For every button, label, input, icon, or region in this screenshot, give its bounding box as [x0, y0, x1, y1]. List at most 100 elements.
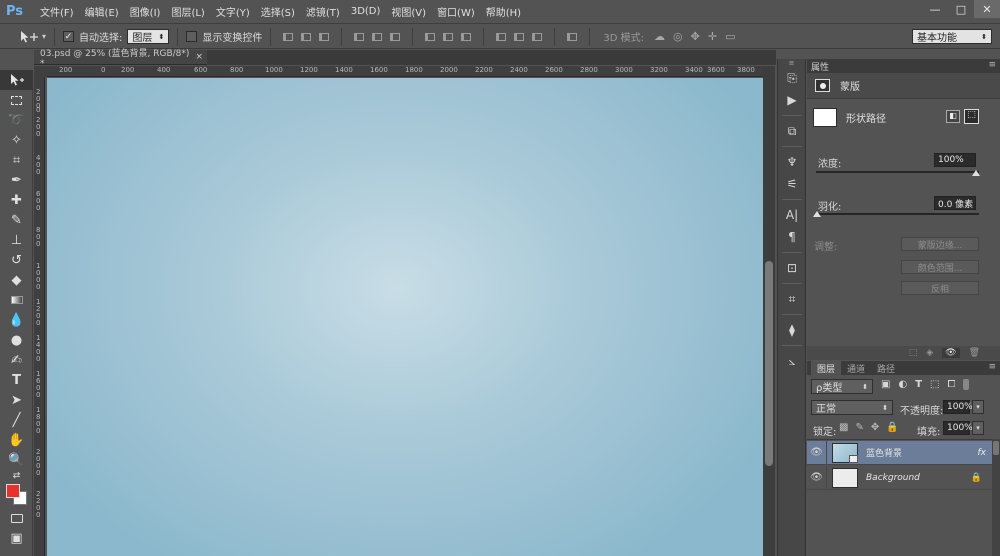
density-input[interactable]: 100%	[934, 153, 976, 167]
healing-brush-tool-icon[interactable]: ✚	[0, 190, 33, 210]
swap-colors-icon[interactable]: ⇄	[0, 470, 33, 482]
collapse-strip-icon[interactable]: ≡	[778, 59, 805, 67]
layer-name[interactable]: Background	[866, 473, 920, 483]
filter-toggle-icon[interactable]	[963, 379, 970, 390]
align-hcenter-icon[interactable]	[370, 30, 384, 44]
tool-presets-panel-icon[interactable]: ⧫	[778, 319, 806, 341]
panel-menu-icon[interactable]: ≡	[988, 362, 996, 372]
clone-source-panel-icon[interactable]: ⧉	[778, 120, 806, 142]
move-tool-icon[interactable]	[0, 70, 33, 90]
actions-panel-icon[interactable]: ▶	[778, 89, 806, 111]
crop-tool-icon[interactable]: ⌗	[0, 150, 33, 170]
feather-slider[interactable]	[816, 213, 979, 215]
feather-input[interactable]: 0.0 像素	[934, 196, 976, 210]
auto-select-dropdown[interactable]: 图层 ⬍	[127, 29, 170, 44]
toggle-mask-visibility-icon[interactable]: 👁	[942, 348, 960, 358]
menu-file[interactable]: 文件(F)	[40, 4, 74, 19]
distribute-hcenter-icon[interactable]	[512, 30, 526, 44]
feather-slider-thumb[interactable]	[813, 211, 821, 217]
menu-edit[interactable]: 编辑(E)	[85, 4, 119, 19]
pen-tool-icon[interactable]: ✍	[0, 350, 33, 370]
line-tool-icon[interactable]: ╱	[0, 410, 33, 430]
3d-slide-icon[interactable]: ✛	[708, 30, 717, 43]
move-tool-preset-icon[interactable]	[18, 29, 40, 45]
brush-presets-panel-icon[interactable]: ♆	[778, 151, 806, 173]
density-slider-thumb[interactable]	[972, 170, 980, 176]
color-range-button[interactable]: 颜色范围...	[901, 260, 979, 274]
zoom-tool-icon[interactable]: 🔍	[0, 450, 33, 470]
preset-chevron-down-icon[interactable]: ▾	[42, 32, 46, 41]
filter-adjustment-icon[interactable]: ◐	[898, 379, 907, 390]
eraser-tool-icon[interactable]: ◆	[0, 270, 33, 290]
visibility-eye-icon[interactable]: 👁	[807, 440, 827, 465]
filter-pixel-icon[interactable]: ▣	[881, 379, 890, 390]
brush-tool-icon[interactable]: ✎	[0, 210, 33, 230]
visibility-eye-icon[interactable]: 👁	[807, 465, 827, 490]
vertical-ruler[interactable]: 2 0 0 0 2 0 0 4 0 0 6 0 0 8 0 0 1 0 0 0 …	[34, 77, 45, 556]
tab-channels[interactable]: 通道	[841, 361, 871, 375]
align-left-icon[interactable]	[352, 30, 366, 44]
magic-wand-tool-icon[interactable]: ✧	[0, 130, 33, 150]
distribute-left-icon[interactable]	[494, 30, 508, 44]
3d-orbit-icon[interactable]: ☁	[654, 30, 665, 43]
lock-pixels-icon[interactable]: ✎	[855, 422, 863, 433]
opacity-input[interactable]: 100%	[943, 400, 973, 414]
mask-edge-button[interactable]: 蒙版边缘...	[901, 237, 979, 251]
align-right-icon[interactable]	[388, 30, 402, 44]
menu-help[interactable]: 帮助(H)	[486, 4, 521, 19]
workspace-dropdown[interactable]: 基本功能 ⬍	[912, 29, 992, 44]
paragraph-panel-icon[interactable]: ¶	[778, 226, 806, 248]
fill-dropdown-icon[interactable]: ▾	[972, 421, 984, 435]
foreground-color-swatch[interactable]	[6, 484, 20, 498]
auto-select-checkbox[interactable]: ✓	[63, 31, 75, 42]
lasso-tool-icon[interactable]: ➰	[0, 110, 33, 130]
layer-row[interactable]: 👁 蓝色背景 fx ▾	[807, 440, 1000, 465]
align-top-icon[interactable]	[281, 30, 295, 44]
clone-stamp-tool-icon[interactable]: ⊥	[0, 230, 33, 250]
quick-mask-icon[interactable]	[0, 508, 33, 528]
align-vcenter-icon[interactable]	[299, 30, 313, 44]
layer-fx-badge[interactable]: fx	[978, 448, 987, 458]
invert-button[interactable]: 反相	[901, 281, 979, 295]
eyedropper-tool-icon[interactable]: ✒	[0, 170, 33, 190]
3d-roll-icon[interactable]: ◎	[673, 30, 683, 43]
filter-smart-object-icon[interactable]: ⧠	[947, 379, 955, 390]
close-window-button[interactable]: ✕	[974, 0, 1000, 18]
distribute-bottom-icon[interactable]	[459, 30, 473, 44]
scrollbar-thumb[interactable]	[765, 261, 773, 466]
gradient-tool-icon[interactable]	[0, 290, 33, 310]
mask-thumbnail[interactable]	[813, 107, 837, 127]
dodge-tool-icon[interactable]: ●	[0, 330, 33, 350]
menu-type[interactable]: 文字(Y)	[216, 4, 250, 19]
document-canvas[interactable]	[47, 78, 763, 556]
tab-paths[interactable]: 路径	[871, 361, 901, 375]
distribute-right-icon[interactable]	[530, 30, 544, 44]
menu-select[interactable]: 选择(S)	[261, 4, 295, 19]
menu-layer[interactable]: 图层(L)	[171, 4, 204, 19]
blur-tool-icon[interactable]: 💧	[0, 310, 33, 330]
hand-tool-icon[interactable]: ✋	[0, 430, 33, 450]
filter-shape-icon[interactable]: ⬚	[930, 379, 939, 390]
menu-filter[interactable]: 滤镜(T)	[306, 4, 340, 19]
layer-thumbnail[interactable]	[832, 442, 858, 463]
auto-align-icon[interactable]	[565, 30, 579, 44]
horizontal-ruler[interactable]: 200 0 200 400 600 800 1000 1200 1400 160…	[47, 66, 763, 77]
lock-position-icon[interactable]: ✥	[871, 422, 879, 433]
layer-filter-dropdown[interactable]: ρ类型 ⬍	[811, 379, 873, 394]
3d-drag-icon[interactable]: ✥	[691, 30, 700, 43]
lock-transparent-icon[interactable]: ▩	[839, 422, 848, 433]
character-panel-icon[interactable]: A|	[778, 204, 806, 226]
crop-panel-icon[interactable]: ⌗	[778, 288, 806, 310]
tab-layers[interactable]: 图层	[811, 361, 842, 375]
screen-mode-icon[interactable]: ▣	[0, 528, 33, 548]
blend-mode-dropdown[interactable]: 正常 ⬍	[811, 400, 893, 415]
layer-thumbnail[interactable]	[832, 467, 858, 488]
panel-menu-icon[interactable]: ≡	[988, 60, 996, 70]
menu-3d[interactable]: 3D(D)	[351, 6, 381, 17]
layers-scrollbar[interactable]	[992, 439, 1000, 556]
apply-mask-icon[interactable]: ◈	[926, 348, 933, 358]
opacity-dropdown-icon[interactable]: ▾	[972, 400, 984, 414]
history-brush-tool-icon[interactable]: ↺	[0, 250, 33, 270]
canvas-area[interactable]	[47, 78, 763, 556]
layer-name[interactable]: 蓝色背景	[866, 446, 902, 459]
